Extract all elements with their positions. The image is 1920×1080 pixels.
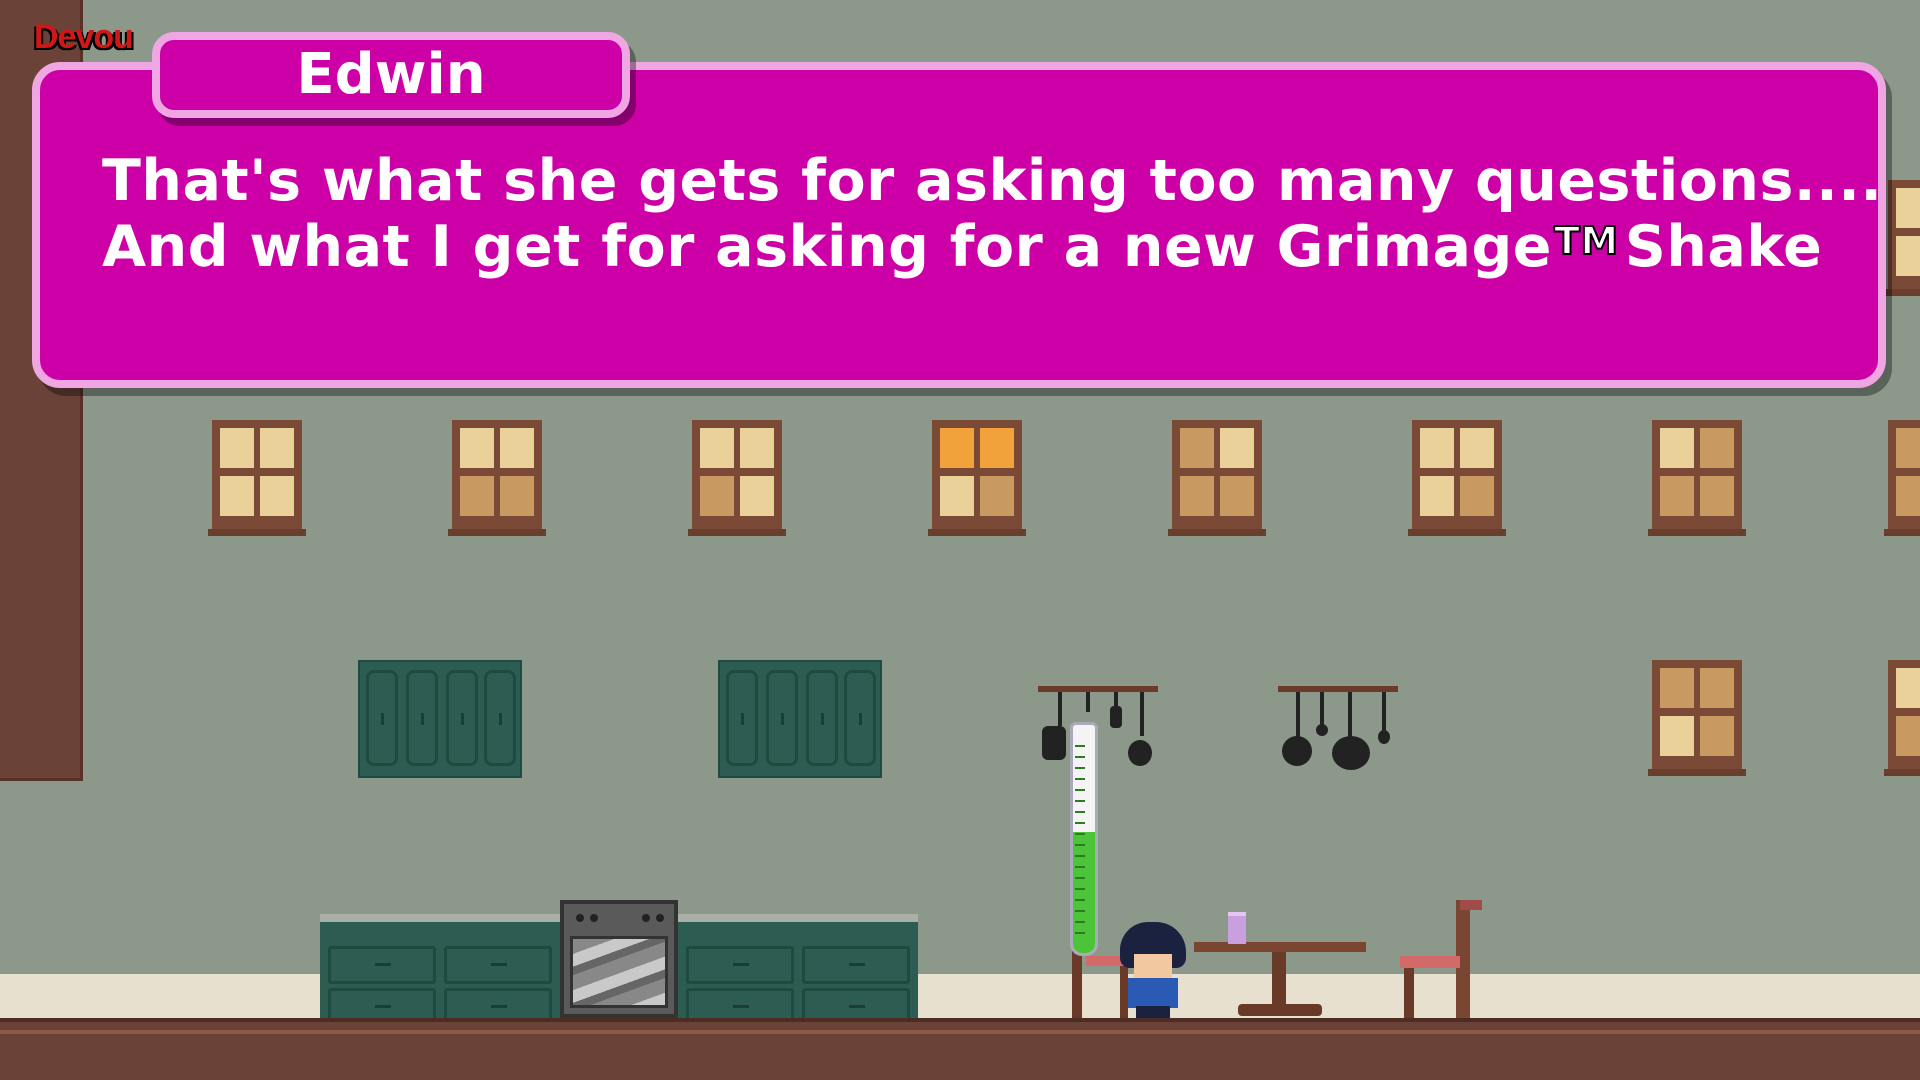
gauge-tick: [1075, 899, 1085, 901]
dialog-line-1: That's what she gets for asking too many…: [102, 148, 1883, 214]
meter-fill: [1073, 832, 1095, 953]
wall-cabinet: [358, 660, 522, 778]
gauge-tick: [1075, 756, 1085, 758]
window: [1648, 660, 1746, 776]
window: [928, 420, 1026, 536]
window: [1168, 420, 1266, 536]
chair: [1400, 900, 1486, 1018]
dialog-line-2-text: And what I get for asking for a new Grim…: [102, 214, 1552, 280]
kitchen-counter: [678, 914, 918, 1026]
game-scene: Devou That's what she gets for asking to…: [0, 0, 1920, 1080]
gauge-tick: [1075, 866, 1085, 868]
gauge-tick: [1075, 921, 1085, 923]
window: [1648, 420, 1746, 536]
table: [1194, 942, 1366, 952]
gauge-tick: [1075, 811, 1085, 813]
pan-rack: [1038, 686, 1158, 776]
gauge-tick: [1075, 932, 1085, 934]
wall-cabinet: [718, 660, 882, 778]
gauge-tick: [1075, 910, 1085, 912]
gauge-tick: [1075, 745, 1085, 747]
window: [448, 420, 546, 536]
gauge-tick: [1075, 800, 1085, 802]
window: [1884, 180, 1920, 296]
floor: [0, 1018, 1920, 1080]
gauge-tick: [1075, 855, 1085, 857]
gauge-tick: [1075, 822, 1085, 824]
speaker-name-plate: Edwin: [152, 32, 630, 118]
edwin-character: [1118, 922, 1188, 1018]
gauge-tick: [1075, 844, 1085, 846]
trademark-symbol: TM: [1553, 218, 1619, 264]
window: [1884, 420, 1920, 536]
gauge-tick: [1075, 888, 1085, 890]
stove: [560, 900, 678, 1018]
window: [1884, 660, 1920, 776]
window: [688, 420, 786, 536]
dialog-line-2-end: Shake: [1624, 214, 1823, 280]
gauge-tick: [1075, 789, 1085, 791]
kitchen-counter: [320, 914, 560, 1026]
gauge-tick: [1075, 778, 1085, 780]
gauge-tick: [1075, 877, 1085, 879]
floor-line: [0, 1030, 1920, 1034]
gauge-tick: [1075, 767, 1085, 769]
gauge-tick: [1075, 833, 1085, 835]
meter-gauge: [1070, 722, 1098, 956]
table-leg: [1272, 952, 1286, 1008]
hud-title: Devou: [34, 18, 134, 56]
window: [208, 420, 306, 536]
table-foot: [1238, 1004, 1322, 1016]
shake-cup: [1228, 912, 1246, 944]
speaker-name: Edwin: [296, 42, 486, 107]
baseboard: [0, 974, 1920, 1018]
window: [1408, 420, 1506, 536]
dialog-line-2: And what I get for asking for a new Grim…: [102, 210, 1822, 278]
pan-rack: [1278, 686, 1398, 776]
